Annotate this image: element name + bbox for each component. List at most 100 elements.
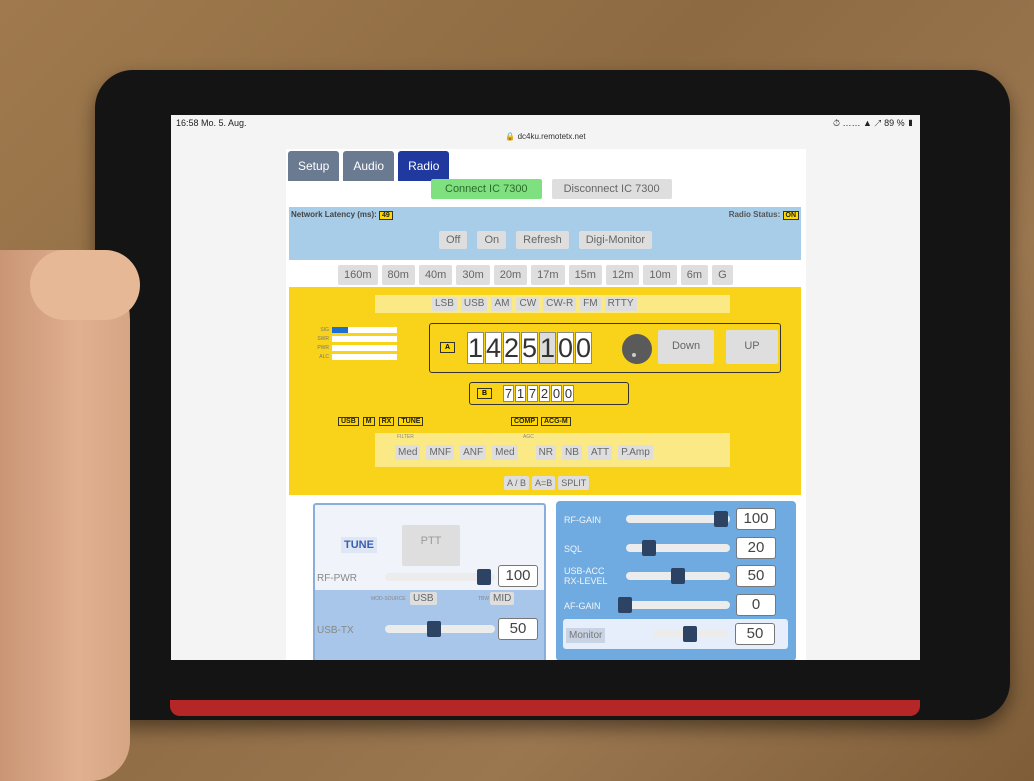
mnf-button[interactable]: MNF: [426, 445, 455, 460]
mode-am-button[interactable]: AM: [491, 297, 513, 311]
usb-acc-value[interactable]: 50: [736, 565, 776, 587]
band-80m-button[interactable]: 80m: [381, 265, 415, 285]
mode-cw-r-button[interactable]: CW-R: [543, 297, 577, 311]
badge-acg-m: ACG-M: [541, 417, 571, 426]
tab-setup[interactable]: Setup: [288, 151, 340, 181]
tbw-mid-button[interactable]: MID: [490, 592, 515, 605]
freq-digit[interactable]: 0: [557, 332, 574, 364]
band-10m-button[interactable]: 10m: [643, 265, 677, 285]
connect-button[interactable]: Connect IC 7300: [431, 179, 542, 199]
tune-button[interactable]: TUNE: [341, 537, 377, 553]
usb-tx-value[interactable]: 50: [498, 618, 538, 640]
mode-usb-button[interactable]: USB: [460, 297, 488, 311]
freq-digit[interactable]: 0: [563, 385, 574, 402]
on-button[interactable]: On: [477, 231, 507, 249]
af-gain-slider[interactable]: [618, 597, 730, 613]
tbw-label: TBW: [478, 596, 490, 602]
status-badges-2: COMP ACG-M: [511, 417, 571, 426]
refresh-button[interactable]: Refresh: [516, 231, 569, 249]
band-40m-button[interactable]: 40m: [418, 265, 453, 285]
freq-digit[interactable]: 1: [515, 385, 526, 402]
sql-value[interactable]: 20: [736, 537, 776, 559]
usb-acc-slider-thumb[interactable]: [671, 568, 685, 584]
a-b-swap-button[interactable]: A / B: [504, 476, 530, 490]
meter-label: SWR: [317, 335, 329, 342]
mod-source-usb-button[interactable]: USB: [410, 592, 437, 605]
network-panel: Network Latency (ms): 49 Radio Status: O…: [289, 207, 801, 260]
usb-tx-slider[interactable]: [385, 621, 495, 637]
sql-slider[interactable]: [626, 540, 730, 556]
vfo-a-tag[interactable]: A: [440, 342, 456, 353]
meter-bar: [332, 326, 397, 333]
band-30m-button[interactable]: 30m: [456, 265, 490, 285]
freq-digit[interactable]: 4: [485, 332, 502, 364]
rf-pwr-slider-thumb[interactable]: [477, 569, 491, 585]
preamp-button[interactable]: P.Amp: [618, 445, 653, 460]
freq-digit[interactable]: 7: [503, 385, 514, 402]
tab-radio[interactable]: Radio: [398, 151, 450, 181]
rf-gain-value[interactable]: 100: [736, 508, 776, 530]
band-15m-button[interactable]: 15m: [568, 265, 602, 285]
band-20m-button[interactable]: 20m: [493, 265, 528, 285]
vfo-ab-buttons: A / B A=B SPLIT: [504, 476, 590, 490]
mode-lsb-button[interactable]: LSB: [432, 297, 457, 311]
freq-digit[interactable]: 0: [575, 332, 592, 364]
freq-digit[interactable]: 1: [467, 332, 484, 364]
af-gain-value[interactable]: 0: [736, 594, 776, 616]
vfo-b-tag[interactable]: B: [477, 388, 493, 399]
freq-digit[interactable]: 7: [527, 385, 538, 402]
freq-digit[interactable]: 0: [551, 385, 562, 402]
nr-button[interactable]: NR: [535, 445, 557, 460]
mode-cw-button[interactable]: CW: [516, 297, 540, 311]
freq-digit[interactable]: 2: [539, 385, 550, 402]
mode-rtty-button[interactable]: RTTY: [604, 297, 637, 311]
af-gain-slider-thumb[interactable]: [618, 597, 632, 613]
sql-slider-thumb[interactable]: [642, 540, 656, 556]
band-12m-button[interactable]: 12m: [605, 265, 640, 285]
rf-gain-slider-thumb[interactable]: [714, 511, 728, 527]
agc-label: AGC: [523, 434, 534, 440]
filter-row: FILTER AGC Med MNF ANF Med NR NB ATT P.A…: [375, 433, 730, 467]
filter-med-button[interactable]: Med: [395, 445, 421, 460]
band-17m-button[interactable]: 17m: [531, 265, 565, 285]
down-button[interactable]: Down: [658, 330, 714, 364]
tuning-knob-icon[interactable]: [622, 334, 652, 364]
mode-buttons: LSB USB AM CW CW-R FM RTTY: [375, 295, 730, 313]
band-g-button[interactable]: G: [712, 265, 733, 285]
ios-status-bar: 16:58 Mo. 5. Aug. ⏱ …… ▲ ↗ 89 % ▮: [171, 115, 920, 129]
mode-fm-button[interactable]: FM: [580, 297, 601, 311]
nb-button[interactable]: NB: [562, 445, 582, 460]
meter-swr: SWR: [309, 334, 397, 343]
split-button[interactable]: SPLIT: [558, 476, 590, 490]
monitor-button[interactable]: Monitor: [566, 628, 606, 643]
hand: [0, 250, 130, 781]
a-equals-b-button[interactable]: A=B: [532, 476, 556, 490]
ptt-button[interactable]: PTT: [402, 525, 460, 566]
band-6m-button[interactable]: 6m: [680, 265, 709, 285]
badge-m: M: [362, 417, 375, 426]
monitor-slider-thumb[interactable]: [683, 626, 697, 642]
usb-tx-slider-thumb[interactable]: [427, 621, 441, 637]
off-button[interactable]: Off: [439, 231, 468, 249]
monitor-slider[interactable]: [653, 626, 728, 642]
monitor-value[interactable]: 50: [735, 623, 775, 645]
network-latency-label: Network Latency (ms):: [291, 210, 377, 219]
badge-rx: RX: [378, 417, 395, 426]
anf-button[interactable]: ANF: [460, 445, 487, 460]
disconnect-button[interactable]: Disconnect IC 7300: [551, 179, 672, 199]
band-160m-button[interactable]: 160m: [338, 265, 378, 285]
freq-digit[interactable]: 5: [521, 332, 538, 364]
att-button[interactable]: ATT: [587, 445, 613, 460]
up-button[interactable]: UP: [726, 330, 778, 364]
rf-gain-slider[interactable]: [626, 511, 730, 527]
usb-acc-slider[interactable]: [626, 568, 730, 584]
rf-pwr-value[interactable]: 100: [498, 565, 538, 587]
rf-pwr-slider[interactable]: [385, 569, 495, 585]
digi-monitor-button[interactable]: Digi-Monitor: [578, 231, 652, 249]
freq-digit[interactable]: 1: [539, 332, 556, 364]
agc-med-button[interactable]: Med: [492, 445, 518, 460]
url-bar[interactable]: 🔒 dc4ku.remotetx.net: [171, 132, 920, 141]
freq-digit[interactable]: 2: [503, 332, 520, 364]
tab-audio[interactable]: Audio: [343, 151, 395, 181]
meter-alc: ALC: [309, 352, 397, 361]
